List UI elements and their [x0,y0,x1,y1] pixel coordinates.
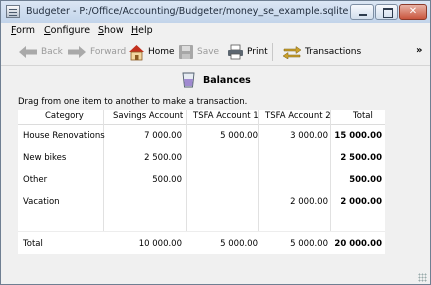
total-tsfa2: 5 000.00 [290,239,328,249]
row-category: New bikes [23,153,67,163]
row-category: House Renovations [23,131,105,141]
balances-view: Balances Drag from one item to another t… [1,66,430,284]
menu-show[interactable]: Show [98,25,124,36]
menu-help[interactable]: Help [131,25,153,36]
row-total: 500.00 [349,175,382,185]
savings-value: 500.00 [152,175,182,185]
column-header-tsfa1[interactable]: TSFA Account 1 [193,111,259,121]
window-title: Budgeter - P:/Office/Accounting/Budgeter… [26,6,349,17]
resize-grip[interactable] [418,273,427,282]
column-header-total[interactable]: Total [353,111,373,121]
home-button[interactable]: Home [128,42,175,62]
column-header-savings[interactable]: Savings Account [113,111,183,121]
table-row[interactable]: House Renovations 7 000.00 5 000.00 3 00… [18,126,385,148]
total-savings: 10 000.00 [138,239,182,249]
grand-total: 20 000.00 [334,239,382,249]
app-window: Budgeter - P:/Office/Accounting/Budgeter… [0,0,431,285]
forward-label: Forward [90,47,127,57]
menu-configure-label: onfigure [50,25,91,36]
tsfa1-value: 5 000.00 [220,131,258,141]
title-bar[interactable]: Budgeter - P:/Office/Accounting/Budgeter… [1,1,430,24]
row-category: Other [23,175,48,185]
menu-help-label: elp [138,25,153,36]
print-label: Print [247,47,268,57]
maximize-button[interactable] [375,4,398,20]
back-arrow-icon [19,46,37,58]
minimize-icon [359,14,367,16]
printer-icon [228,44,243,60]
tsfa2-value: 3 000.00 [290,131,328,141]
save-label: Save [197,47,220,57]
print-button[interactable]: Print [227,42,268,62]
close-icon: ✕ [408,6,418,17]
total-tsfa1: 5 000.00 [220,239,258,249]
table-row[interactable]: New bikes 2 500.00 2 500.00 [18,148,385,170]
menu-show-label: how [104,25,124,36]
back-button[interactable]: Back [18,42,63,62]
toolbar-overflow-button[interactable]: » [416,45,422,56]
tsfa2-value: 2 000.00 [290,197,328,207]
toolbar-separator [272,43,273,61]
forward-arrow-icon [68,46,86,58]
menu-form-label: orm [16,25,35,36]
column-header-tsfa2[interactable]: TSFA Account 2 [265,111,331,121]
transactions-button[interactable]: Transactions [282,42,361,62]
forward-button[interactable]: Forward [67,42,126,62]
glass-icon [182,72,195,88]
row-total: 15 000.00 [334,131,382,141]
back-label: Back [41,47,63,57]
save-button[interactable]: Save [178,42,219,62]
close-button[interactable]: ✕ [399,4,427,20]
savings-value: 2 500.00 [144,153,182,163]
transactions-arrows-icon [282,46,302,59]
table-row[interactable]: Other 500.00 500.00 [18,170,385,192]
home-icon [129,44,144,60]
minimize-button[interactable] [350,4,374,20]
savings-value: 7 000.00 [144,131,182,141]
maximize-icon [383,8,393,18]
row-total: 2 500.00 [340,153,382,163]
total-row-label: Total [23,239,43,249]
row-total: 2 000.00 [340,197,382,207]
menu-bar: Form Configure Show Help [1,23,430,39]
menu-configure[interactable]: Configure [44,25,90,36]
menu-form[interactable]: Form [11,25,35,36]
toolbar: Back Forward Home Save Print Transaction… [1,39,430,66]
app-icon [6,5,20,18]
transactions-label: Transactions [305,47,362,57]
page-header: Balances [182,72,251,88]
instruction-text: Drag from one item to another to make a … [18,97,248,107]
page-title: Balances [203,74,251,86]
row-category: Vacation [23,197,60,207]
save-disk-icon [179,45,193,59]
menu-configure-mnemonic: C [44,25,51,36]
home-label: Home [148,47,175,57]
column-header-category[interactable]: Category [45,111,84,121]
total-row: Total 10 000.00 5 000.00 5 000.00 20 000… [18,231,385,254]
table-row[interactable]: Vacation 2 000.00 2 000.00 [18,192,385,214]
